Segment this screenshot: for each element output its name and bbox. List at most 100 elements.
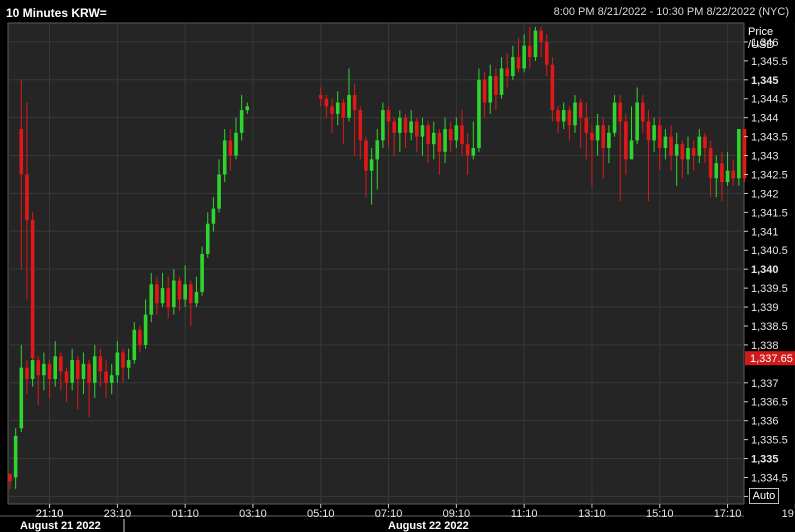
candle-body	[25, 367, 29, 380]
candle-body	[132, 329, 137, 361]
candle-body	[578, 102, 583, 118]
candle-body	[720, 163, 724, 183]
candle-body	[200, 254, 204, 292]
candle-body	[121, 352, 125, 368]
candle-body	[669, 136, 673, 156]
x-tick-label: 13:10	[578, 508, 606, 520]
candle-body	[652, 125, 656, 141]
candle-body	[624, 121, 628, 160]
candle-body	[155, 284, 159, 304]
y-tick-label: 1,341	[751, 226, 779, 238]
price-unit-label: Price /USD	[748, 26, 774, 52]
price-axis[interactable]: 1,3461,345.51,3451,344.51,3441,343.51,34…	[744, 37, 788, 503]
plot-area[interactable]	[7, 22, 745, 505]
candle-body	[59, 356, 63, 372]
x-tick-label: 23:10	[104, 508, 132, 520]
y-tick-label: 1,343	[751, 151, 779, 163]
candle-body	[612, 102, 617, 133]
candle-body	[573, 102, 577, 126]
candle-body	[618, 102, 622, 122]
candle-body	[708, 147, 713, 179]
candle-body	[194, 291, 199, 304]
x-tick-label: 11:10	[511, 508, 538, 520]
candle-body	[680, 144, 685, 160]
candle-body	[36, 360, 41, 376]
candle-body	[386, 110, 391, 122]
candle-body	[528, 45, 532, 58]
candle-body	[352, 94, 357, 111]
candle-body	[584, 117, 589, 133]
y-tick-label: 1,345	[751, 75, 779, 87]
candle-body	[511, 57, 515, 77]
candle-body	[217, 174, 221, 209]
candle-body	[544, 41, 549, 65]
x-tick-label: 19:10	[782, 508, 795, 520]
y-tick-label: 1,335	[751, 454, 779, 466]
candle-body	[533, 30, 538, 58]
candle-body	[443, 129, 447, 152]
candle-body	[663, 136, 668, 148]
candle-body	[364, 140, 368, 171]
y-tick-label: 1,340.5	[751, 245, 788, 257]
candle-body	[149, 284, 154, 315]
candle-body	[318, 94, 323, 99]
candle-body	[550, 64, 555, 111]
candlestick-chart[interactable]: 1,3461,345.51,3451,344.51,3441,343.51,34…	[0, 0, 795, 532]
candle-body	[731, 170, 735, 179]
y-tick-label: 1,339	[751, 302, 779, 314]
y-tick-label: 1,334.5	[751, 472, 788, 484]
candle-body	[234, 132, 238, 156]
candle-body	[70, 360, 74, 383]
candle-body	[465, 144, 470, 156]
candle-body	[607, 132, 611, 148]
candle-body	[516, 57, 521, 69]
auto-scale-button[interactable]: Auto	[749, 488, 779, 504]
candle-body	[222, 140, 227, 175]
candle-body	[674, 144, 679, 156]
candle-body	[415, 121, 419, 137]
candle-body	[228, 140, 233, 156]
candle-body	[635, 102, 639, 141]
candle-body	[539, 30, 543, 42]
candle-body	[691, 147, 696, 156]
candle-body	[211, 208, 216, 224]
candle-body	[143, 314, 148, 345]
candle-body	[166, 288, 170, 308]
y-tick-label: 1,343.5	[751, 132, 788, 144]
candle-body	[126, 360, 131, 368]
candle-body	[189, 284, 193, 304]
candle-body	[13, 435, 18, 478]
date-label: August 22 2022	[388, 520, 469, 532]
candle-body	[725, 170, 730, 183]
candle-body	[183, 284, 187, 300]
candle-body	[19, 129, 24, 175]
candle-body	[601, 125, 606, 148]
candle-body	[109, 375, 114, 383]
x-tick-label: 15:10	[646, 508, 674, 520]
candle-body	[686, 147, 690, 160]
y-tick-label: 1,336.5	[751, 397, 788, 409]
candle-body	[403, 117, 408, 133]
y-tick-label: 1,340	[751, 264, 779, 276]
y-tick-label: 1,337	[751, 378, 779, 390]
x-tick-label: 05:10	[307, 508, 335, 520]
candle-body	[115, 352, 120, 376]
candle-body	[477, 79, 481, 148]
candle-body	[172, 280, 176, 308]
y-tick-label: 1,342.5	[751, 169, 788, 181]
candle-body	[420, 125, 425, 137]
candle-body	[47, 363, 52, 380]
candle-body	[398, 117, 402, 133]
y-tick-label: 1,335.5	[751, 435, 788, 447]
candle-body	[488, 76, 493, 103]
x-tick-label: 21:10	[36, 508, 64, 520]
y-tick-label: 1,341.5	[751, 207, 788, 219]
y-tick-label: 1,345.5	[751, 56, 788, 68]
candle-body	[697, 136, 702, 156]
candle-body	[341, 102, 346, 118]
price-unit-line2: /USD	[748, 39, 775, 51]
candle-body	[431, 132, 436, 145]
time-axis[interactable]: 21:10 23:10 01:10 03:10 05:10 07:10 09:10 11:10…	[0, 504, 795, 532]
candle-body	[324, 98, 329, 107]
candle-body	[335, 102, 340, 114]
